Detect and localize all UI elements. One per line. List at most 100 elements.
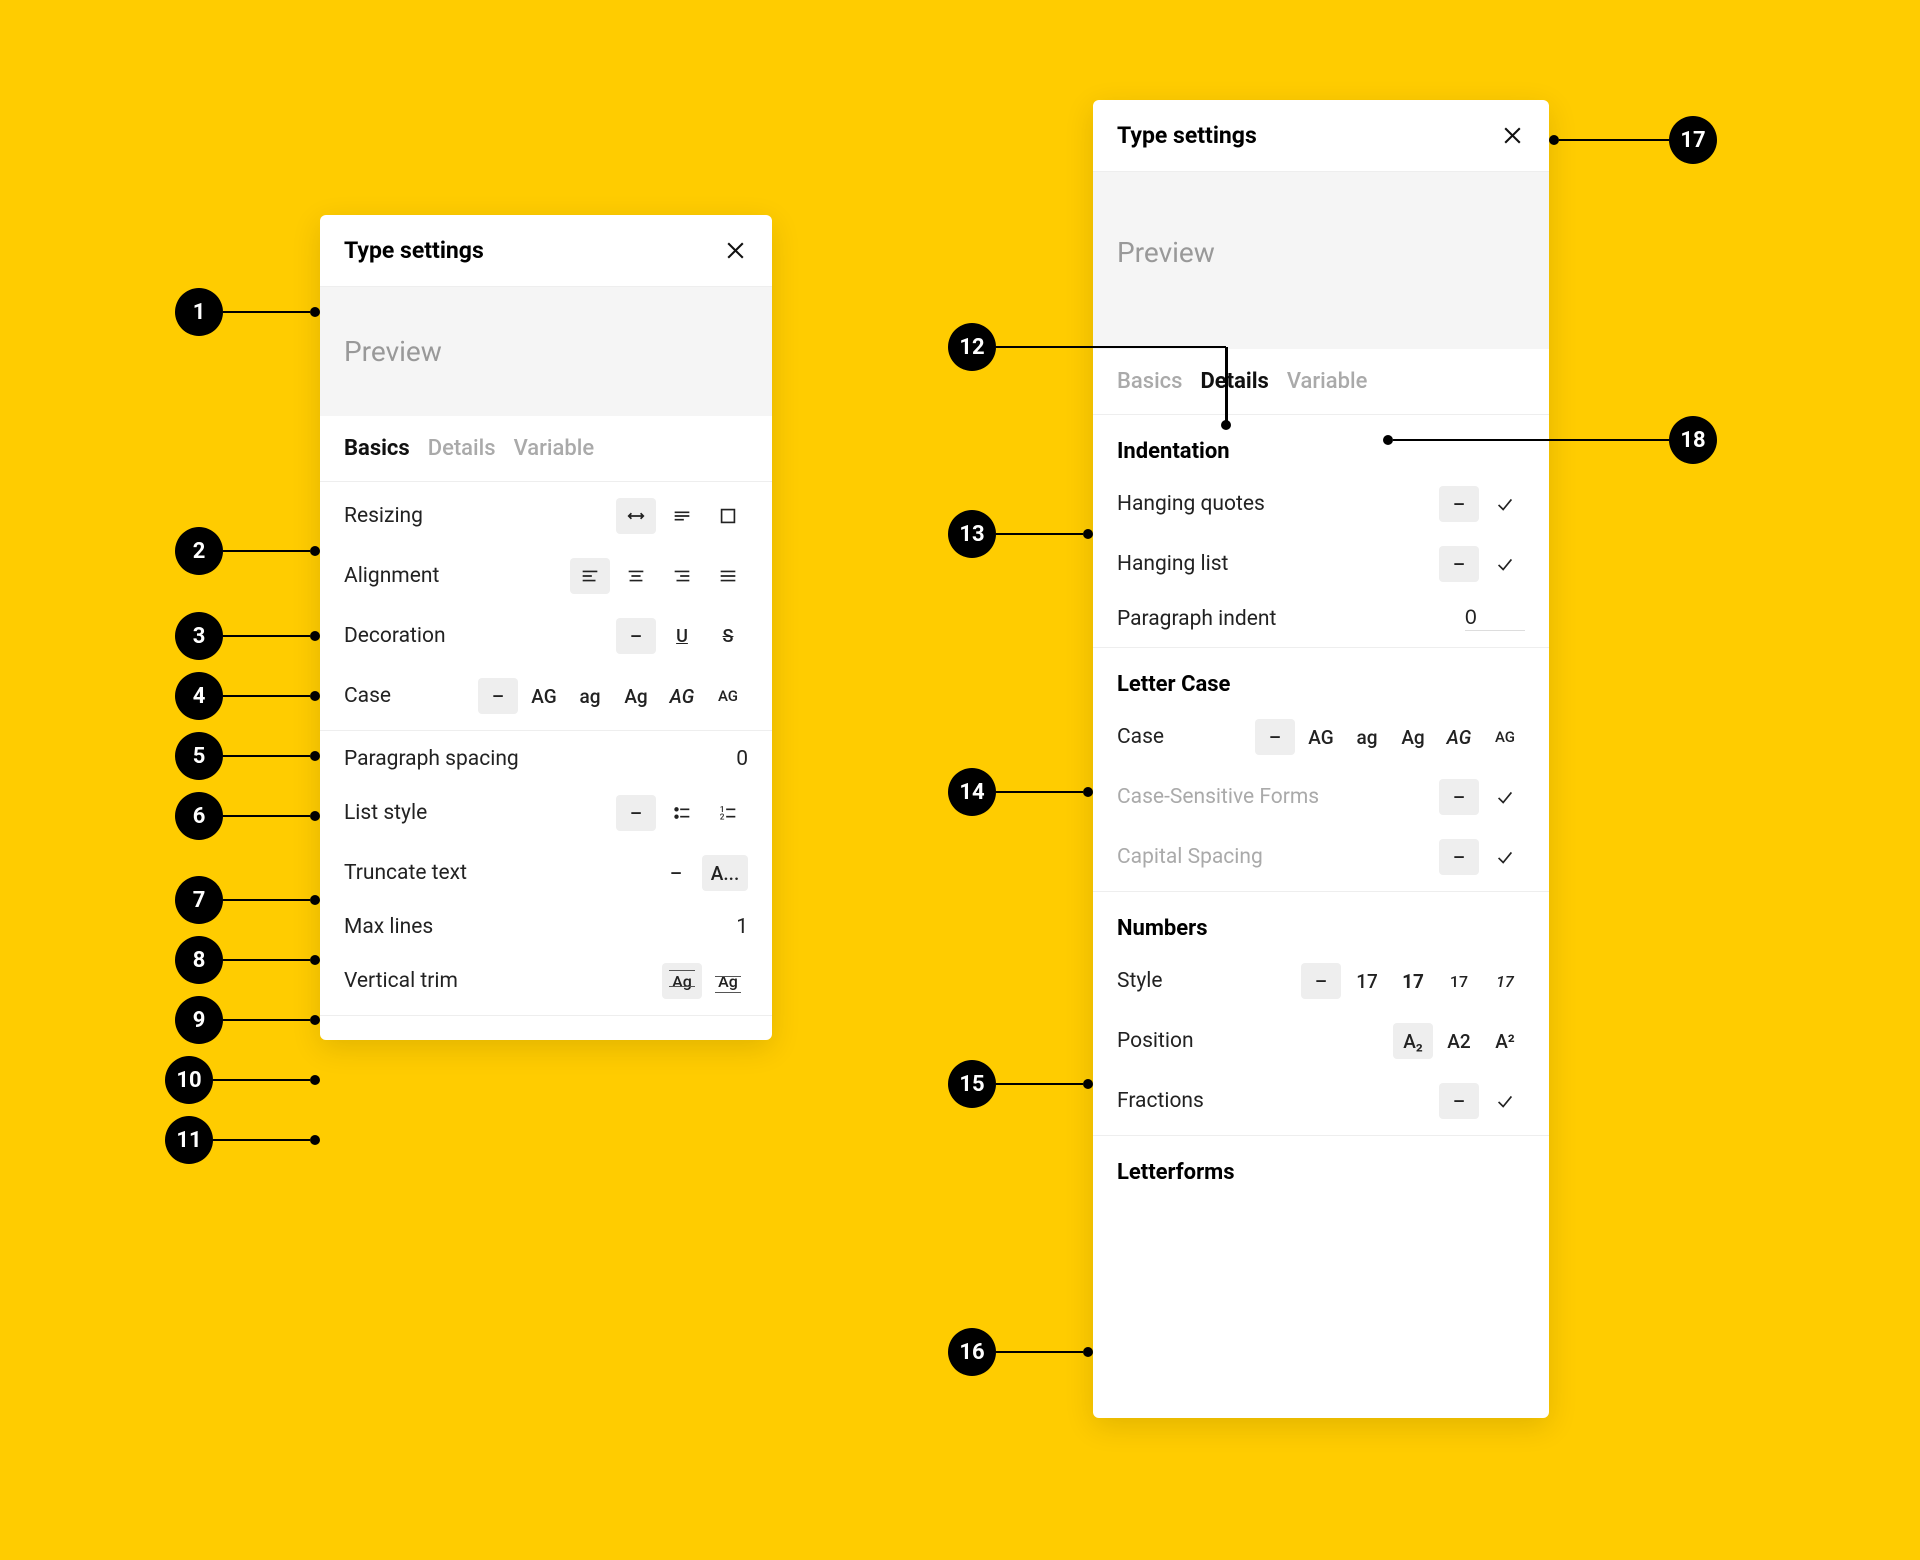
case-upper-button[interactable]: AG: [524, 678, 564, 714]
row-hanging-list: Hanging list –: [1093, 534, 1549, 594]
svg-text:2: 2: [720, 812, 725, 822]
align-left-button[interactable]: [570, 558, 610, 594]
csf-off[interactable]: –: [1439, 779, 1479, 815]
capspacing-label: Capital Spacing: [1117, 845, 1263, 869]
marker-badge: 3: [175, 612, 223, 660]
case-none-button[interactable]: –: [1255, 719, 1295, 755]
case-smallcaps-button[interactable]: AG: [662, 678, 702, 714]
annotation-marker-2: 2: [175, 527, 320, 575]
numpos-sup-button[interactable]: A²: [1485, 1023, 1525, 1059]
maxlines-value[interactable]: 1: [736, 915, 748, 939]
numstyle-a-button[interactable]: 17: [1347, 963, 1387, 999]
paragraph-indent-input[interactable]: [1465, 606, 1525, 631]
annotation-marker-14: 14: [948, 768, 1093, 816]
close-button[interactable]: [1500, 123, 1525, 148]
marker-badge: 14: [948, 768, 996, 816]
case-forced-small-button[interactable]: AG: [708, 678, 748, 714]
decoration-strike-button[interactable]: S: [708, 618, 748, 654]
numstyle-c-button[interactable]: 17: [1439, 963, 1479, 999]
align-center-button[interactable]: [616, 558, 656, 594]
hanging-quotes-label: Hanging quotes: [1117, 492, 1265, 516]
lettercase-header: Letter Case: [1093, 652, 1549, 707]
case-none-button[interactable]: –: [478, 678, 518, 714]
hanging-quotes-off[interactable]: –: [1439, 486, 1479, 522]
annotation-marker-3: 3: [175, 612, 320, 660]
resize-auto-width-button[interactable]: [616, 498, 656, 534]
capspacing-off[interactable]: –: [1439, 839, 1479, 875]
decoration-underline-button[interactable]: U: [662, 618, 702, 654]
marker-badge: 4: [175, 672, 223, 720]
hanging-list-on[interactable]: [1485, 546, 1525, 582]
truncate-ellipsis-button[interactable]: A...: [702, 855, 748, 891]
alignment-label: Alignment: [344, 564, 439, 588]
numpos-sub-button[interactable]: A₂: [1393, 1023, 1433, 1059]
preview-placeholder: Preview: [1117, 236, 1215, 269]
preview-placeholder: Preview: [344, 335, 442, 368]
hanging-quotes-on[interactable]: [1485, 486, 1525, 522]
tab-basics[interactable]: Basics: [344, 436, 410, 461]
csf-label: Case-Sensitive Forms: [1117, 785, 1319, 809]
csf-on[interactable]: [1485, 779, 1525, 815]
resize-fixed-button[interactable]: [708, 498, 748, 534]
marker-badge: 16: [948, 1328, 996, 1376]
check-icon: [1494, 786, 1516, 808]
truncate-none-button[interactable]: –: [656, 855, 696, 891]
resize-auto-height-button[interactable]: [662, 498, 702, 534]
align-justify-button[interactable]: [708, 558, 748, 594]
fractions-toggle: –: [1439, 1083, 1525, 1119]
paragraph-spacing-value[interactable]: 0: [736, 747, 748, 771]
tab-variable[interactable]: Variable: [1287, 369, 1368, 394]
vtrim-base-button[interactable]: Ag: [708, 963, 748, 999]
type-settings-panel-details: Type settings Preview Basics Details Var…: [1093, 100, 1549, 1418]
align-right-button[interactable]: [662, 558, 702, 594]
capspacing-on[interactable]: [1485, 839, 1525, 875]
marker-badge: 5: [175, 732, 223, 780]
preview-area: Preview: [320, 287, 772, 416]
decoration-none-button[interactable]: –: [616, 618, 656, 654]
numstyle-b-button[interactable]: 17: [1393, 963, 1433, 999]
list-bullet-button[interactable]: [662, 795, 702, 831]
number-style-label: Style: [1117, 969, 1163, 993]
close-button[interactable]: [723, 238, 748, 263]
tab-basics[interactable]: Basics: [1117, 369, 1182, 394]
list-none-button[interactable]: –: [616, 795, 656, 831]
hanging-quotes-toggle: –: [1439, 486, 1525, 522]
underline-icon: U: [676, 626, 688, 647]
fractions-off[interactable]: –: [1439, 1083, 1479, 1119]
fractions-on[interactable]: [1485, 1083, 1525, 1119]
tab-details[interactable]: Details: [428, 436, 496, 461]
vtrim-cap-button[interactable]: Ag: [662, 963, 702, 999]
case-lower-button[interactable]: ag: [570, 678, 610, 714]
case-title-button[interactable]: Ag: [1393, 719, 1433, 755]
list-numbered-button[interactable]: 12: [708, 795, 748, 831]
hanging-list-label: Hanging list: [1117, 552, 1228, 576]
case-smallcaps-button[interactable]: AG: [1439, 719, 1479, 755]
marker-badge: 7: [175, 876, 223, 924]
resizing-controls: [616, 498, 748, 534]
case-lower-button[interactable]: ag: [1347, 719, 1387, 755]
case-forced-small-button[interactable]: AG: [1485, 719, 1525, 755]
check-icon: [1494, 493, 1516, 515]
letterforms-header: Letterforms: [1093, 1140, 1549, 1195]
marker-badge: 6: [175, 792, 223, 840]
case-upper-button[interactable]: AG: [1301, 719, 1341, 755]
panel-header: Type settings: [320, 215, 772, 287]
row-maxlines: Max lines 1: [320, 903, 772, 951]
row-case-sensitive-forms: Case-Sensitive Forms –: [1093, 767, 1549, 827]
square-icon: [717, 505, 739, 527]
numpos-normal-button[interactable]: A2: [1439, 1023, 1479, 1059]
marker-badge: 8: [175, 936, 223, 984]
number-position-label: Position: [1117, 1029, 1194, 1053]
tab-variable[interactable]: Variable: [514, 436, 595, 461]
align-left-icon: [579, 565, 601, 587]
numstyle-default-button[interactable]: –: [1301, 963, 1341, 999]
section-numbers: Numbers Style – 17 17 17 17 Position A₂ …: [1093, 892, 1549, 1136]
tab-details[interactable]: Details: [1200, 369, 1268, 394]
hanging-list-off[interactable]: –: [1439, 546, 1479, 582]
case-controls: – AG ag Ag AG AG: [1255, 719, 1525, 755]
case-label: Case: [344, 684, 391, 708]
truncate-controls: – A...: [656, 855, 748, 891]
numstyle-d-button[interactable]: 17: [1485, 963, 1525, 999]
alignment-controls: [570, 558, 748, 594]
case-title-button[interactable]: Ag: [616, 678, 656, 714]
